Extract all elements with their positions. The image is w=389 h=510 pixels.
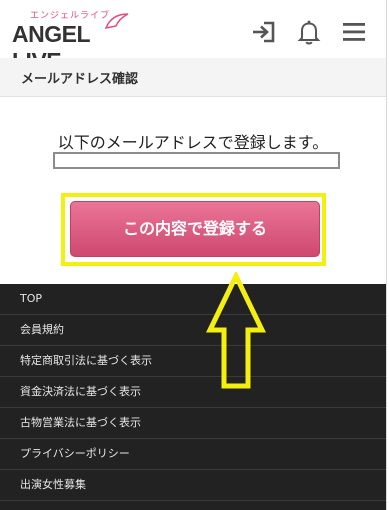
logo-kana: エンジェルライブ <box>30 11 111 21</box>
footer-link-commerce-act[interactable]: 特定商取引法に基づく表示 <box>0 346 386 377</box>
footer-menu: TOP 会員規約 特定商取引法に基づく表示 資金決済法に基づく表示 古物営業法に… <box>0 284 386 510</box>
register-button[interactable]: この内容で登録する <box>70 201 320 257</box>
page-title-bar: メールアドレス確認 <box>0 58 386 97</box>
up-arrow-icon <box>206 272 266 389</box>
header: エンジェルライブ ANGEL LIVE <box>0 0 386 74</box>
instruction-text: 以下のメールアドレスで登録します。 <box>57 133 329 152</box>
footer-link-payment-act[interactable]: 資金決済法に基づく表示 <box>0 377 386 408</box>
footer-link-recruit[interactable]: 出演女性募集 <box>0 470 386 501</box>
page-frame: エンジェルライブ ANGEL LIVE メールアドレス確認 以下のメールアドレス… <box>0 0 387 510</box>
hamburger-menu-icon[interactable] <box>340 18 368 46</box>
confirm-panel: 以下のメールアドレスで登録します。 この内容で登録する <box>0 97 386 284</box>
footer-link-privacy[interactable]: プライバシーポリシー <box>0 439 386 470</box>
email-display-field <box>53 152 340 169</box>
bell-icon[interactable] <box>295 18 323 46</box>
page-title: メールアドレス確認 <box>21 72 139 87</box>
footer-link-terms[interactable]: 会員規約 <box>0 315 386 346</box>
login-icon[interactable] <box>250 18 278 46</box>
footer-link-antique-act[interactable]: 古物営業法に基づく表示 <box>0 408 386 439</box>
logo[interactable]: エンジェルライブ ANGEL LIVE <box>12 8 142 74</box>
footer-link-top[interactable]: TOP <box>0 284 386 315</box>
